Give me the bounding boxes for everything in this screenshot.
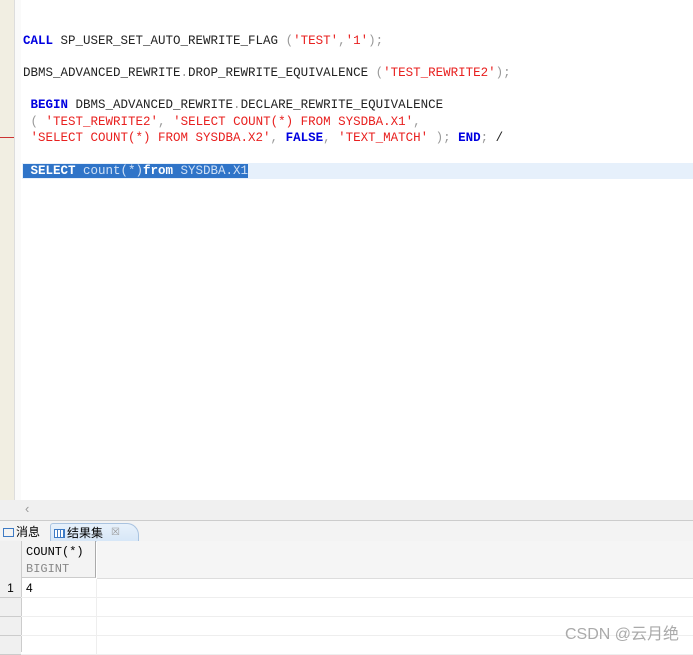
code-token: DECLARE_REWRITE_EQUIVALENCE bbox=[240, 98, 444, 112]
watermark: CSDN @云月绝 bbox=[564, 626, 679, 643]
row-number: 1 bbox=[0, 579, 21, 598]
code-token: SP_USER_SET_AUTO_REWRITE_FLAG bbox=[53, 34, 286, 48]
code-token: 'SELECT COUNT(*) FROM SYSDBA.X1' bbox=[173, 115, 414, 129]
code-token: ); bbox=[428, 131, 459, 145]
tab-label: 消息 bbox=[16, 525, 41, 539]
code-token: 'TEST' bbox=[293, 34, 339, 48]
code-token: . bbox=[233, 98, 241, 112]
tab-result-set[interactable]: 结果集 ☒ bbox=[50, 523, 139, 542]
code-token: 'TEXT_MATCH' bbox=[338, 131, 429, 145]
code-token: ( bbox=[23, 115, 46, 129]
code-token: 'TEST_REWRITE2' bbox=[383, 66, 496, 80]
close-icon[interactable]: ☒ bbox=[111, 524, 120, 542]
result-tabs: 消息 结果集 ☒ bbox=[0, 520, 693, 542]
table-row[interactable]: 14 bbox=[0, 579, 693, 598]
code-token: ); bbox=[368, 34, 384, 48]
code-token: END bbox=[458, 131, 481, 145]
error-marker bbox=[0, 137, 14, 138]
code-token: count(*) bbox=[75, 164, 144, 178]
tab-label: 结果集 bbox=[67, 526, 104, 540]
code-token: , bbox=[413, 115, 421, 129]
code-token: CALL bbox=[23, 34, 54, 48]
cell[interactable]: 4 bbox=[26, 579, 33, 597]
code-token: . bbox=[180, 66, 189, 80]
code-line[interactable]: 'SELECT COUNT(*) FROM SYSDBA.X2', FALSE,… bbox=[22, 130, 693, 146]
code-token: FALSE bbox=[285, 131, 324, 145]
code-line[interactable]: DBMS_ADVANCED_REWRITE.DROP_REWRITE_EQUIV… bbox=[22, 65, 693, 81]
current-line[interactable]: SELECT count(*)from SYSDBA.X1 bbox=[22, 163, 693, 179]
tab-messages[interactable]: 消息 bbox=[3, 523, 40, 541]
code-token: ( bbox=[375, 66, 384, 80]
code-token: SELECT bbox=[23, 164, 76, 178]
code-token: 'SELECT COUNT(*) FROM SYSDBA.X2' bbox=[23, 131, 271, 145]
code-token: , bbox=[158, 115, 174, 129]
code-token: DBMS_ADVANCED_REWRITE bbox=[68, 98, 234, 112]
selected-text[interactable]: SELECT count(*)from SYSDBA.X1 bbox=[23, 164, 249, 178]
code-token: from bbox=[143, 164, 174, 178]
code-token: BEGIN bbox=[23, 98, 69, 112]
code-token: '1' bbox=[345, 34, 369, 48]
code-token: ); bbox=[495, 66, 511, 80]
editor-gutter bbox=[0, 0, 15, 500]
horizontal-scrollbar[interactable]: ‹ bbox=[0, 500, 693, 520]
column-header[interactable]: COUNT(*) BIGINT bbox=[22, 541, 96, 578]
code-token: DBMS_ADVANCED_REWRITE bbox=[23, 66, 181, 80]
code-token: / bbox=[495, 131, 504, 145]
code-token: , bbox=[338, 34, 346, 48]
column-name: COUNT(*) bbox=[26, 545, 84, 559]
scroll-left-icon[interactable]: ‹ bbox=[25, 501, 29, 516]
code-token: ; bbox=[480, 131, 496, 145]
message-icon bbox=[3, 527, 14, 537]
header-fill bbox=[97, 541, 693, 579]
empty-row bbox=[0, 598, 693, 617]
code-token: SYSDBA.X1 bbox=[173, 164, 249, 178]
code-line[interactable]: CALL SP_USER_SET_AUTO_REWRITE_FLAG ('TES… bbox=[22, 33, 693, 49]
editor-ruler bbox=[15, 0, 21, 500]
code-token: DROP_REWRITE_EQUIVALENCE bbox=[188, 66, 376, 80]
sql-editor[interactable]: SELECT count(*)from SYSDBA.X1 CALL SP_US… bbox=[22, 0, 693, 500]
column-type: BIGINT bbox=[26, 562, 70, 576]
table-grid-icon bbox=[54, 528, 65, 538]
code-line[interactable]: ( 'TEST_REWRITE2', 'SELECT COUNT(*) FROM… bbox=[22, 114, 693, 130]
code-token: , bbox=[270, 131, 286, 145]
code-token: , bbox=[323, 131, 339, 145]
code-token: 'TEST_REWRITE2' bbox=[45, 115, 159, 129]
code-line[interactable]: BEGIN DBMS_ADVANCED_REWRITE.DECLARE_REWR… bbox=[22, 97, 693, 113]
code-token: ( bbox=[285, 34, 294, 48]
